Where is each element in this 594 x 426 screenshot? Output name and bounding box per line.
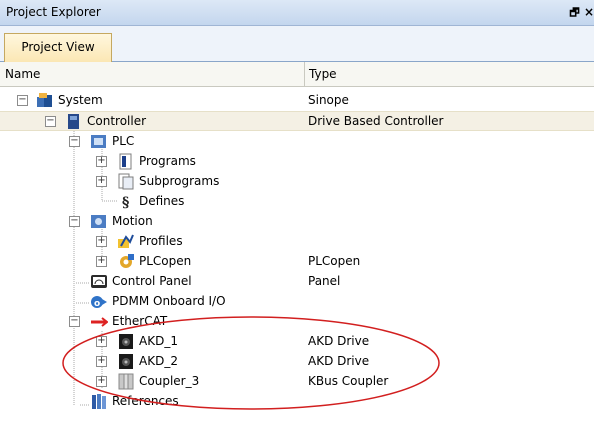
window-buttons: 🗗 × (569, 4, 594, 23)
column-header: Name Type (0, 62, 594, 87)
restore-icon[interactable]: 🗗 (569, 4, 579, 23)
title-bar: Project Explorer 🗗 × (0, 0, 594, 26)
window-title: Project Explorer (6, 5, 101, 19)
column-divider[interactable] (304, 62, 305, 87)
tab-project-view[interactable]: Project View (4, 33, 112, 62)
highlight-ellipse (62, 316, 440, 410)
close-icon[interactable]: × (584, 5, 594, 19)
tab-strip: Project View (0, 26, 594, 62)
column-type-header[interactable]: Type (309, 67, 337, 81)
project-tree: − System Sinope − Controller Drive Based… (0, 87, 594, 426)
column-name-header[interactable]: Name (5, 67, 40, 81)
